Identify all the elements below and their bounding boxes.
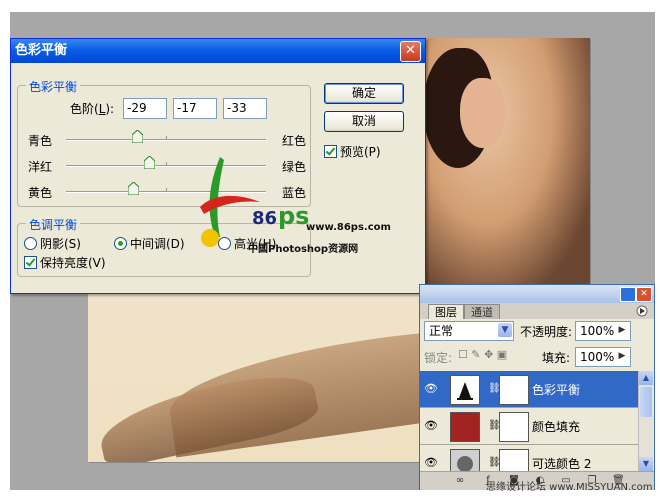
photo-face — [460, 78, 505, 148]
shadows-label[interactable]: 阴影(S) — [40, 235, 81, 252]
panel-menu-icon[interactable] — [636, 305, 648, 317]
level-yellow-blue-input[interactable]: -33 — [223, 98, 267, 119]
link-layers-icon[interactable]: ∞ — [454, 475, 466, 487]
yellow-blue-slider-thumb[interactable] — [127, 182, 139, 195]
opacity-arrow-icon[interactable]: ▶ — [615, 323, 629, 337]
scroll-thumb[interactable] — [640, 387, 652, 417]
layer-mask-thumbnail — [499, 412, 529, 442]
fill-input[interactable]: 100% ▶ — [575, 347, 631, 367]
layer-name: 颜色填充 — [532, 420, 581, 434]
panel-close-icon: ✕ — [640, 289, 648, 299]
yellow-blue-center-tick — [166, 188, 167, 192]
layers-scrollbar[interactable]: ▲ ▼ — [638, 371, 653, 487]
adjustment-layer-thumbnail — [450, 375, 480, 405]
cancel-button[interactable]: 取消 — [324, 111, 404, 132]
levels-label: 色阶(L): — [70, 102, 115, 116]
scroll-up-icon[interactable]: ▲ — [639, 371, 653, 385]
fill-value: 100% — [580, 350, 615, 364]
tab-channels[interactable]: 通道 — [464, 304, 500, 320]
cyan-red-center-tick — [166, 136, 167, 140]
slider-yellow-label: 黄色 — [28, 186, 53, 200]
fill-layer-thumbnail — [450, 412, 480, 442]
preserve-luminosity-label[interactable]: 保持亮度(V) — [40, 254, 106, 271]
layers-panel: ✕ 图层 通道 正常 ▼ 不透明度: 100% ▶ 锁定: ☐ ✎ ✥ ▣ 填充… — [419, 284, 655, 490]
close-button[interactable]: ✕ — [400, 41, 421, 62]
tone-balance-group-title: 色调平衡 — [26, 216, 81, 233]
slider-blue-label: 蓝色 — [282, 186, 307, 200]
logo-number: 86 — [252, 208, 278, 229]
midtones-label[interactable]: 中间调(D) — [130, 235, 185, 252]
chevron-down-icon: ▼ — [498, 323, 512, 337]
layer-mask-thumbnail — [499, 449, 529, 471]
layers-panel-body: 正常 ▼ 不透明度: 100% ▶ 锁定: ☐ ✎ ✥ ▣ 填充: 100% ▶… — [420, 319, 654, 489]
eye-icon[interactable]: 👁 — [424, 382, 438, 395]
magenta-green-slider-thumb[interactable] — [143, 156, 155, 169]
opacity-input[interactable]: 100% ▶ — [575, 321, 631, 341]
logo-caption: 中国Photoshop资源网 — [248, 244, 359, 255]
slider-green-label: 绿色 — [282, 160, 307, 174]
layer-mask-thumbnail — [499, 375, 529, 405]
slider-red-label: 红色 — [282, 134, 307, 148]
layer-name: 色彩平衡 — [532, 383, 581, 397]
slider-magenta-label: 洋红 — [28, 160, 53, 174]
preview-label[interactable]: 预览(P) — [340, 143, 381, 160]
logo-url: www.86ps.com — [306, 222, 391, 233]
layers-panel-titlebar[interactable]: ✕ — [420, 285, 654, 303]
dialog-titlebar[interactable]: 色彩平衡 ✕ — [11, 39, 425, 63]
slider-cyan-label: 青色 — [28, 134, 53, 148]
86ps-logo-icon — [200, 157, 260, 247]
layer-row-selective-color[interactable]: 👁 ⛓ 可选颜色 2 — [420, 445, 638, 472]
magenta-green-center-tick — [166, 162, 167, 166]
blend-mode-value: 正常 — [429, 324, 454, 338]
fill-arrow-icon[interactable]: ▶ — [615, 349, 629, 363]
logo-letters: ps — [278, 202, 310, 230]
cyan-red-slider-thumb[interactable] — [131, 130, 143, 143]
selective-color-thumbnail — [450, 449, 480, 471]
layer-row-color-fill[interactable]: 👁 ⛓ 颜色填充 — [420, 408, 638, 445]
layer-row-color-balance[interactable]: 👁 ⛓ 色彩平衡 — [420, 371, 638, 408]
opacity-value: 100% — [580, 324, 615, 338]
photoshop-workspace: 色彩平衡 ✕ 色彩平衡 色阶(L): -29 -17 -33 青色 红色 洋红 … — [10, 12, 655, 490]
tab-layers[interactable]: 图层 — [428, 304, 464, 320]
level-magenta-green-input[interactable]: -17 — [173, 98, 217, 119]
eye-icon[interactable]: 👁 — [424, 419, 438, 432]
layer-name: 可选颜色 2 — [532, 457, 592, 471]
eye-icon[interactable]: 👁 — [424, 456, 438, 469]
panel-close-button[interactable]: ✕ — [636, 287, 652, 302]
minimize-button[interactable] — [620, 287, 636, 302]
scroll-down-icon[interactable]: ▼ — [639, 457, 653, 471]
dialog-title: 色彩平衡 — [15, 43, 68, 58]
blend-mode-select[interactable]: 正常 ▼ — [424, 321, 514, 341]
fill-label: 填充: — [542, 351, 571, 365]
footer-watermark: 思缘设计论坛 www.MISSYUAN.com — [486, 482, 653, 493]
shadows-radio[interactable] — [24, 237, 37, 250]
preserve-luminosity-checkbox[interactable] — [24, 256, 37, 269]
lock-icons[interactable]: ☐ ✎ ✥ ▣ — [458, 348, 507, 361]
preview-checkbox[interactable] — [324, 145, 337, 158]
level-cyan-red-input[interactable]: -29 — [123, 98, 167, 119]
midtones-radio[interactable] — [114, 237, 127, 250]
color-balance-group-title: 色彩平衡 — [26, 78, 81, 95]
lock-label: 锁定: — [424, 351, 453, 365]
ok-button[interactable]: 确定 — [324, 83, 404, 104]
close-icon: ✕ — [405, 43, 416, 58]
opacity-label: 不透明度: — [520, 325, 573, 339]
